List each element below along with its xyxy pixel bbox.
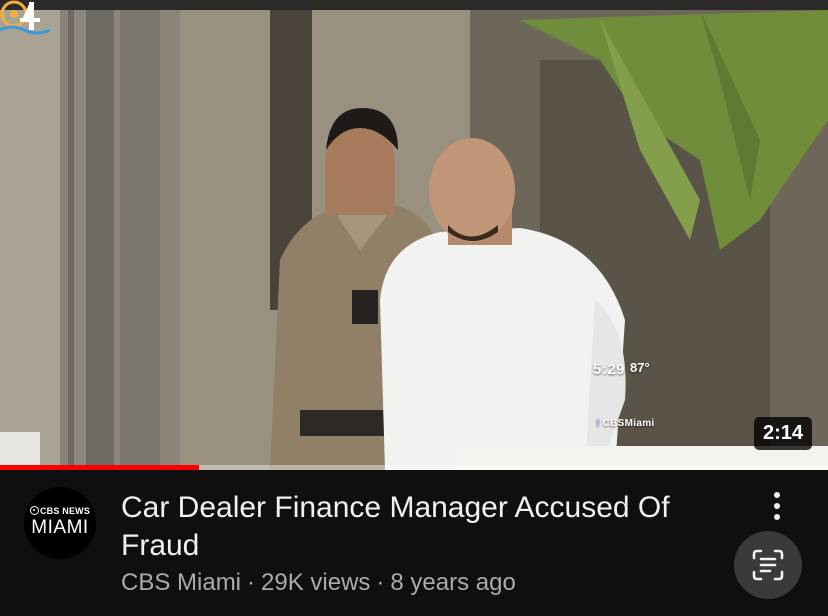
cbs-eye-icon <box>29 506 39 515</box>
facebook-icon: f <box>596 418 600 429</box>
more-dot <box>774 492 780 498</box>
avatar-network-text: CBS NEWS <box>39 506 91 516</box>
thumbnail-scene <box>0 0 828 470</box>
view-count: 29K views <box>261 569 371 596</box>
visual-search-icon <box>752 549 784 581</box>
separator: · <box>247 569 256 596</box>
separator: · <box>376 569 385 596</box>
channel-4-logo-icon <box>0 0 50 35</box>
broadcast-temperature: 87° <box>630 360 650 375</box>
visual-search-button[interactable] <box>734 531 802 599</box>
avatar-city-label: MIAMI <box>31 517 89 538</box>
more-dot <box>774 503 780 509</box>
broadcast-time: 5:29 <box>593 361 626 378</box>
video-metadata-line: CBS Miami · 29K views · 8 years ago <box>121 569 516 597</box>
broadcast-handle-text: CBSMiami <box>602 418 655 429</box>
watch-progress-bar <box>0 465 828 470</box>
avatar-network-label: CBS NEWS <box>24 506 96 516</box>
upload-age: 8 years ago <box>390 569 516 596</box>
watch-progress-fill <box>0 465 199 470</box>
channel-name[interactable]: CBS Miami <box>121 569 241 596</box>
video-details[interactable]: CBS NEWS MIAMI Car Dealer Finance Manage… <box>0 471 828 616</box>
video-thumbnail[interactable]: 5:29 87° f CBSMiami 2:14 <box>0 0 828 470</box>
channel-avatar[interactable]: CBS NEWS MIAMI <box>24 487 96 559</box>
more-dot <box>774 514 780 520</box>
video-title[interactable]: Car Dealer Finance Manager Accused Of Fr… <box>121 489 721 565</box>
more-vert-icon[interactable] <box>762 489 792 523</box>
broadcast-handle: f CBSMiami <box>596 418 655 429</box>
video-duration-badge: 2:14 <box>753 417 812 450</box>
